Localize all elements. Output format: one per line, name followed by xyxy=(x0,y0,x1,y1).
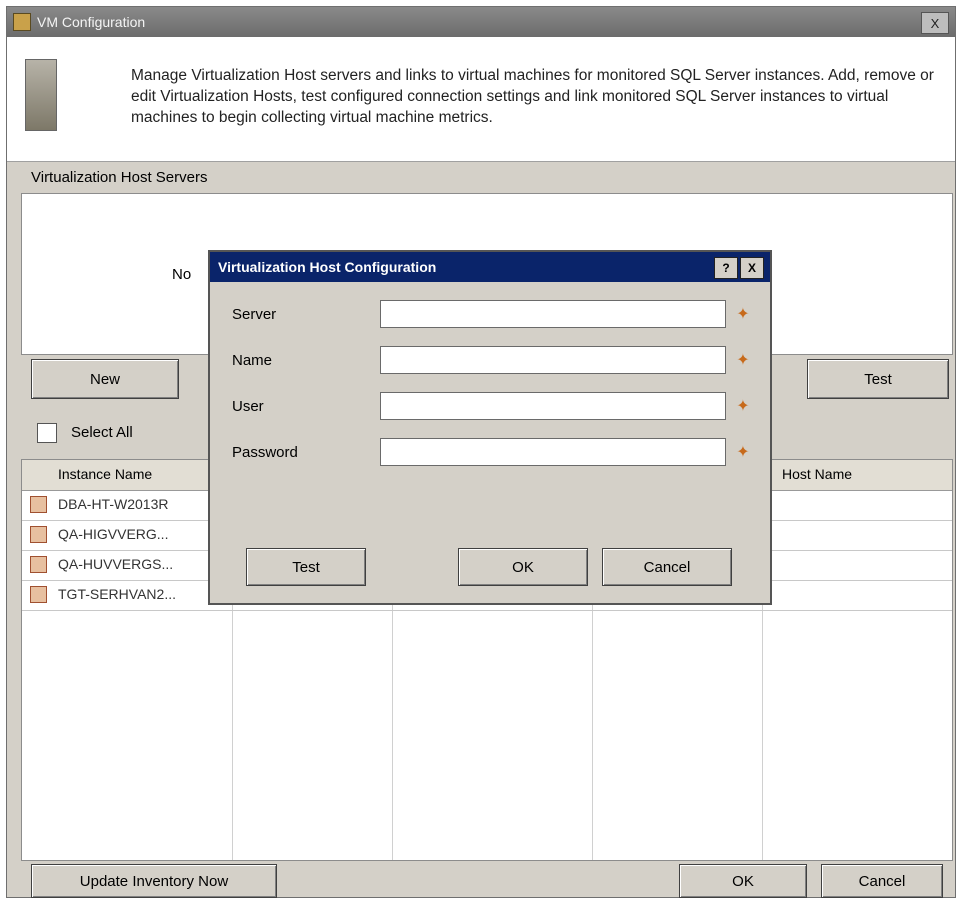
user-input[interactable] xyxy=(380,392,726,420)
instance-icon xyxy=(30,586,47,603)
close-window-button[interactable]: X xyxy=(921,12,949,34)
dialog-title: Virtualization Host Configuration xyxy=(218,259,437,275)
dialog-test-button[interactable]: Test xyxy=(246,548,366,586)
update-inventory-button[interactable]: Update Inventory Now xyxy=(31,864,277,898)
required-icon: ✦ xyxy=(736,444,750,461)
banner-text: Manage Virtualization Host servers and l… xyxy=(131,67,934,126)
name-label: Name xyxy=(232,352,273,369)
hosts-group-label: Virtualization Host Servers xyxy=(31,169,208,186)
instance-name: QA-HIGVVERG... xyxy=(58,526,169,542)
instance-icon xyxy=(30,496,47,513)
name-input[interactable] xyxy=(380,346,726,374)
dialog-cancel-button[interactable]: Cancel xyxy=(602,548,732,586)
password-input[interactable] xyxy=(380,438,726,466)
select-all-checkbox[interactable] xyxy=(37,423,57,443)
required-icon: ✦ xyxy=(736,352,750,369)
dialog-title-bar: Virtualization Host Configuration ? X xyxy=(210,252,770,282)
required-icon: ✦ xyxy=(736,398,750,415)
server-icon xyxy=(25,59,57,131)
server-input[interactable] xyxy=(380,300,726,328)
instance-icon xyxy=(30,526,47,543)
dialog-close-button[interactable]: X xyxy=(740,257,764,279)
column-header-instance[interactable]: Instance Name xyxy=(58,466,152,482)
empty-hosts-text: No xyxy=(172,266,192,283)
window-title: VM Configuration xyxy=(37,14,146,30)
instance-name: DBA-HT-W2013R xyxy=(58,496,169,512)
cancel-button[interactable]: Cancel xyxy=(821,864,943,898)
instance-icon xyxy=(30,556,47,573)
description-banner: Manage Virtualization Host servers and l… xyxy=(7,37,955,162)
help-button[interactable]: ? xyxy=(714,257,738,279)
instance-name: QA-HUVVERGS... xyxy=(58,556,174,572)
server-label: Server xyxy=(232,306,277,323)
column-header-host[interactable]: Host Name xyxy=(782,466,852,482)
test-host-button[interactable]: Test xyxy=(807,359,949,399)
bottom-button-bar: Update Inventory Now OK Cancel xyxy=(7,862,955,899)
title-bar: VM Configuration X xyxy=(7,7,955,37)
window-icon xyxy=(13,13,31,31)
ok-button[interactable]: OK xyxy=(679,864,807,898)
user-label: User xyxy=(232,398,264,415)
required-icon: ✦ xyxy=(736,306,750,323)
instance-name: TGT-SERHVAN2... xyxy=(58,586,176,602)
virtualization-host-dialog: Virtualization Host Configuration ? X Se… xyxy=(208,250,772,605)
password-label: Password xyxy=(232,444,298,461)
select-all-label: Select All xyxy=(71,424,133,441)
dialog-ok-button[interactable]: OK xyxy=(458,548,588,586)
new-host-button[interactable]: New xyxy=(31,359,179,399)
